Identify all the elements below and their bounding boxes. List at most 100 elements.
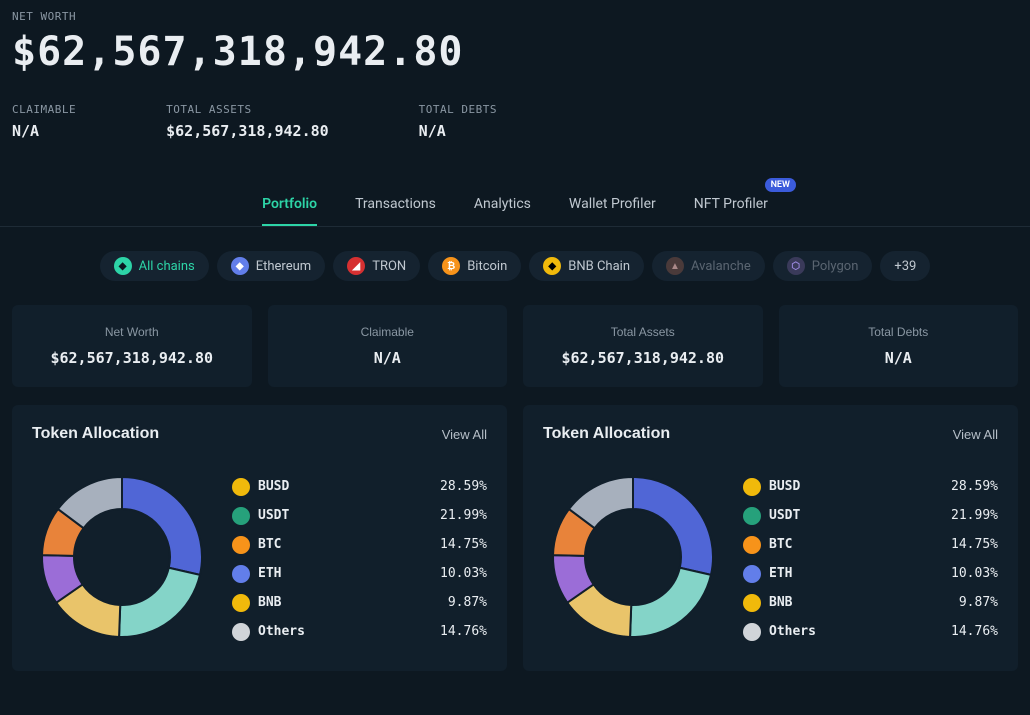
legend-row: BTC 14.75% xyxy=(743,536,998,554)
chain-chip-more[interactable]: +39 xyxy=(880,251,930,281)
legend-row: ETH 10.03% xyxy=(232,565,487,583)
chain-chip-bnb-chain[interactable]: ◆ BNB Chain xyxy=(529,251,644,281)
legend-row: BNB 9.87% xyxy=(232,594,487,612)
token-name: BUSD xyxy=(769,479,943,494)
chain-label: All chains xyxy=(139,259,195,274)
chain-chip-tron[interactable]: ◢ TRON xyxy=(333,251,420,281)
token-icon xyxy=(232,594,250,612)
legend-row: BUSD 28.59% xyxy=(232,478,487,496)
tab-portfolio[interactable]: Portfolio xyxy=(262,188,317,226)
chain-chip-polygon[interactable]: ⬡Polygon xyxy=(773,251,873,281)
token-icon xyxy=(743,507,761,525)
summary-card: Total Assets $62,567,318,942.80 xyxy=(523,305,763,387)
token-icon xyxy=(232,478,250,496)
token-name: BUSD xyxy=(258,479,432,494)
chain-icon: ◆ xyxy=(231,257,249,275)
allocation-legend: BUSD 28.59% USDT 21.99% BTC 14.75% ETH 1… xyxy=(743,478,998,641)
legend-row: ETH 10.03% xyxy=(743,565,998,583)
token-name: Others xyxy=(258,624,432,639)
legend-row: BNB 9.87% xyxy=(743,594,998,612)
token-name: USDT xyxy=(769,508,943,523)
chain-icon: ₿ xyxy=(442,257,460,275)
stat-value: N/A xyxy=(12,122,76,140)
chain-label: Ethereum xyxy=(256,259,311,274)
legend-row: Others 14.76% xyxy=(743,623,998,641)
chain-icon: ◢ xyxy=(347,257,365,275)
donut-chart xyxy=(32,467,212,647)
token-percent: 21.99% xyxy=(440,508,487,523)
view-all-link[interactable]: View All xyxy=(442,427,487,442)
token-percent: 28.59% xyxy=(440,479,487,494)
card-value: N/A xyxy=(789,349,1009,367)
summary-card: Claimable N/A xyxy=(268,305,508,387)
token-percent: 9.87% xyxy=(959,595,998,610)
chain-filter-row: ◆ All chains ◆ Ethereum ◢ TRON ₿ Bitcoin ◆ BNB Ch… xyxy=(0,227,1030,305)
tab-wallet-profiler[interactable]: Wallet Profiler xyxy=(569,188,656,226)
main-tabs: Portfolio Transactions Analytics Wallet Pro… xyxy=(0,188,1030,227)
chain-chip-avalanche[interactable]: ▲ Avalanche xyxy=(652,251,765,281)
card-label: Total Assets xyxy=(533,325,753,339)
chain-label: BNB Chain xyxy=(568,259,630,274)
summary-card: Net Worth $62,567,318,942.80 xyxy=(12,305,252,387)
chain-icon: ◆ xyxy=(543,257,561,275)
token-icon xyxy=(232,536,250,554)
stat-label: TOTAL DEBTS xyxy=(419,103,497,116)
card-value: N/A xyxy=(278,349,498,367)
token-icon xyxy=(232,565,250,583)
tab-analytics[interactable]: Analytics xyxy=(474,188,531,226)
token-percent: 9.87% xyxy=(448,595,487,610)
card-label: Net Worth xyxy=(22,325,242,339)
token-name: BTC xyxy=(769,537,943,552)
token-name: ETH xyxy=(769,566,943,581)
tab-transactions[interactable]: Transactions xyxy=(355,188,436,226)
allocation-title: Token Allocation xyxy=(32,425,159,443)
token-name: Others xyxy=(769,624,943,639)
stat-value: $62,567,318,942.80 xyxy=(166,122,329,140)
token-percent: 10.03% xyxy=(951,566,998,581)
stat-label: CLAIMABLE xyxy=(12,103,76,116)
chain-label: TRON xyxy=(372,259,406,274)
token-percent: 14.76% xyxy=(951,624,998,639)
tab-nft-profiler[interactable]: NFT ProfilerNEW xyxy=(694,188,768,226)
token-icon xyxy=(743,536,761,554)
token-percent: 14.75% xyxy=(951,537,998,552)
legend-row: USDT 21.99% xyxy=(743,507,998,525)
card-value: $62,567,318,942.80 xyxy=(22,349,242,367)
view-all-link[interactable]: View All xyxy=(953,427,998,442)
legend-row: USDT 21.99% xyxy=(232,507,487,525)
token-icon xyxy=(232,507,250,525)
token-name: USDT xyxy=(258,508,432,523)
summary-card: Total Debts N/A xyxy=(779,305,1019,387)
chain-label: Bitcoin xyxy=(467,259,507,274)
chain-label: Polygon xyxy=(812,259,859,274)
chain-label: Avalanche xyxy=(691,259,751,274)
stat-value: N/A xyxy=(419,122,497,140)
chain-chip-bitcoin[interactable]: ₿ Bitcoin xyxy=(428,251,521,281)
card-label: Total Debts xyxy=(789,325,1009,339)
chain-chip-all-chains[interactable]: ◆ All chains xyxy=(100,251,209,281)
legend-row: BUSD 28.59% xyxy=(743,478,998,496)
header-stats: CLAIMABLE N/ATOTAL ASSETS $62,567,318,94… xyxy=(12,103,1018,140)
net-worth-label: NET WORTH xyxy=(12,10,1018,23)
new-badge: NEW xyxy=(765,178,796,192)
token-name: ETH xyxy=(258,566,432,581)
allocation-title: Token Allocation xyxy=(543,425,670,443)
donut-chart xyxy=(543,467,723,647)
token-percent: 14.76% xyxy=(440,624,487,639)
token-percent: 10.03% xyxy=(440,566,487,581)
token-name: BNB xyxy=(769,595,951,610)
chain-icon: ◆ xyxy=(114,257,132,275)
chain-icon: ▲ xyxy=(666,257,684,275)
token-icon xyxy=(232,623,250,641)
token-allocation-card: Token Allocation View All BUSD 28.59% US… xyxy=(523,405,1018,671)
chain-chip-ethereum[interactable]: ◆ Ethereum xyxy=(217,251,325,281)
token-name: BNB xyxy=(258,595,440,610)
token-percent: 21.99% xyxy=(951,508,998,523)
allocation-row: Token Allocation View All BUSD 28.59% US… xyxy=(0,405,1030,671)
token-percent: 14.75% xyxy=(440,537,487,552)
token-icon xyxy=(743,623,761,641)
net-worth-value: $62,567,318,942.80 xyxy=(12,29,1018,75)
token-icon xyxy=(743,478,761,496)
token-name: BTC xyxy=(258,537,432,552)
card-label: Claimable xyxy=(278,325,498,339)
